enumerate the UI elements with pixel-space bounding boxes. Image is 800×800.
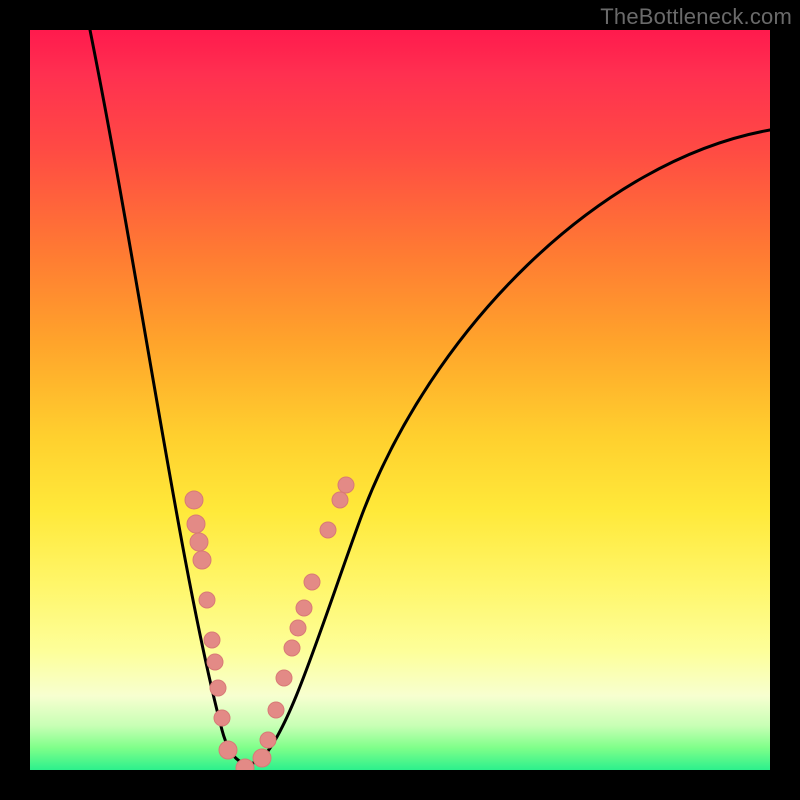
scatter-dot — [332, 492, 348, 508]
watermark-text: TheBottleneck.com — [600, 4, 792, 30]
chart-svg — [30, 30, 770, 770]
scatter-dot — [185, 491, 203, 509]
scatter-dot — [214, 710, 230, 726]
scatter-dot — [276, 670, 292, 686]
scatter-dot — [268, 702, 284, 718]
chart-frame: TheBottleneck.com — [0, 0, 800, 800]
scatter-dot — [190, 533, 208, 551]
plot-area — [30, 30, 770, 770]
scatter-dot — [207, 654, 223, 670]
scatter-dot — [219, 741, 237, 759]
scatter-dot — [253, 749, 271, 767]
scatter-dot — [204, 632, 220, 648]
scatter-dot — [320, 522, 336, 538]
scatter-dot — [210, 680, 226, 696]
scatter-dot — [338, 477, 354, 493]
scatter-dot — [260, 732, 276, 748]
scatter-dot — [296, 600, 312, 616]
scatter-dot — [290, 620, 306, 636]
bottleneck-curve — [90, 30, 770, 764]
scatter-dot — [284, 640, 300, 656]
scatter-dot — [193, 551, 211, 569]
scatter-dot — [304, 574, 320, 590]
scatter-dot — [187, 515, 205, 533]
scatter-group — [185, 477, 354, 770]
scatter-dot — [199, 592, 215, 608]
